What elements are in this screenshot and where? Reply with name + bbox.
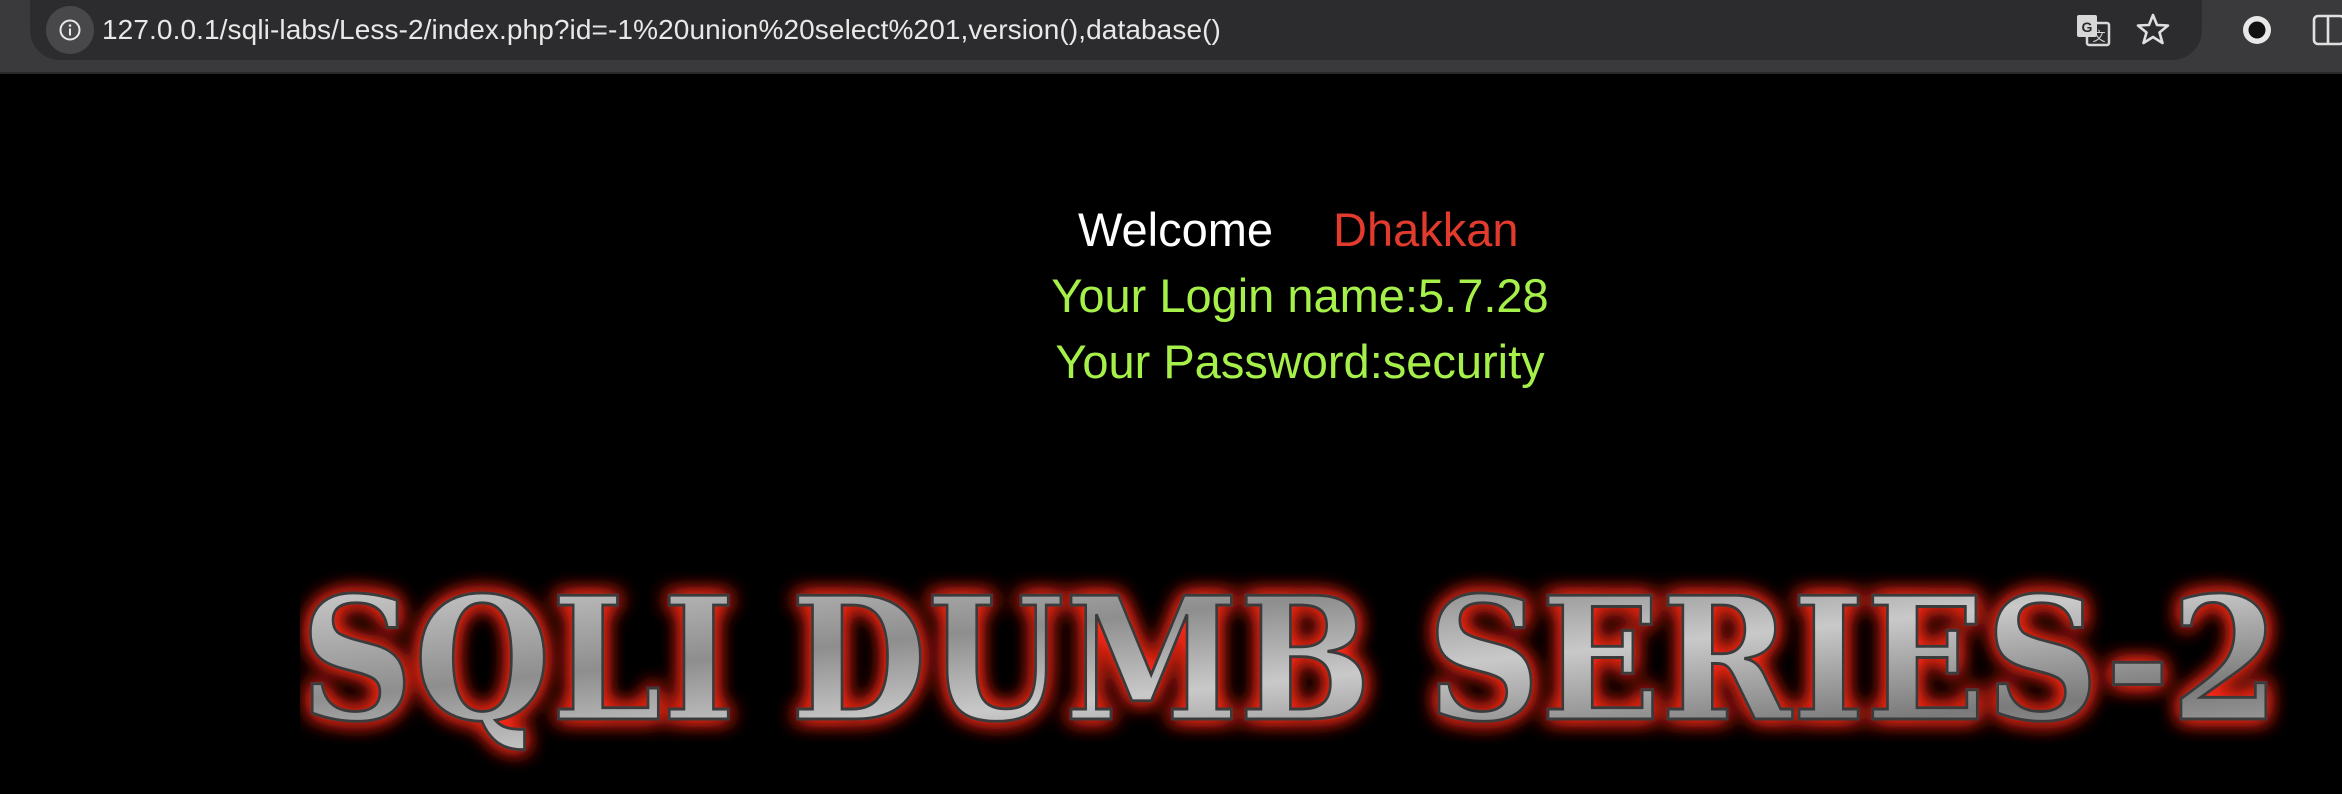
sqli-dumb-series-banner: SQLI DUMB SERIES-2 bbox=[299, 529, 2300, 789]
address-bar[interactable]: 127.0.0.1/sqli-labs/Less-2/index.php?id=… bbox=[30, 0, 2202, 60]
extension-circle-icon[interactable] bbox=[2236, 9, 2278, 51]
translate-icon[interactable]: G 文 bbox=[2072, 9, 2114, 51]
password-text: Your Password:security bbox=[1055, 335, 1545, 388]
page-content: Welcome Dhakkan Your Login name:5.7.28 Yo… bbox=[0, 74, 2342, 762]
url-text[interactable]: 127.0.0.1/sqli-labs/Less-2/index.php?id=… bbox=[102, 10, 1221, 50]
svg-text:文: 文 bbox=[2092, 29, 2105, 44]
browser-toolbar: 127.0.0.1/sqli-labs/Less-2/index.php?id=… bbox=[0, 0, 2342, 74]
banner-text: SQLI DUMB SERIES-2 bbox=[300, 560, 2280, 760]
svg-text:G: G bbox=[2082, 19, 2093, 35]
welcome-text: Welcome bbox=[1078, 203, 1274, 256]
side-panel-icon[interactable] bbox=[2310, 9, 2342, 51]
welcome-username: Dhakkan bbox=[1333, 203, 1519, 256]
bookmark-star-icon[interactable] bbox=[2132, 9, 2174, 51]
info-icon[interactable] bbox=[46, 6, 94, 54]
welcome-line: Welcome Dhakkan bbox=[1078, 202, 1519, 258]
login-name-text: Your Login name:5.7.28 bbox=[1051, 269, 1549, 322]
